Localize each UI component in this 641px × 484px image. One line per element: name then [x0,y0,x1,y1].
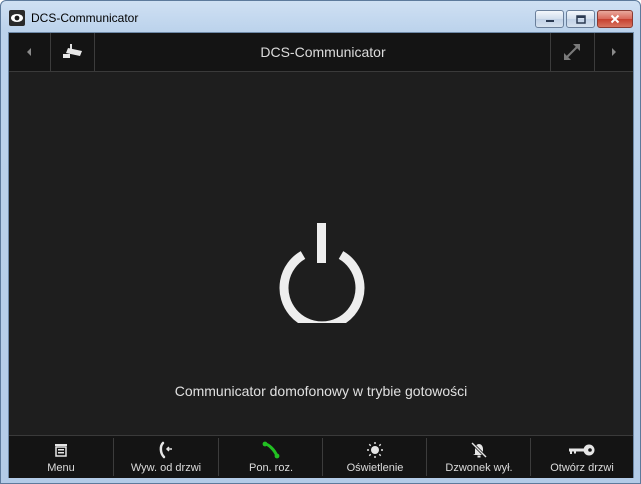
fullscreen-button[interactable] [551,33,593,71]
close-button[interactable] [597,10,633,28]
minimize-icon [545,20,554,22]
top-bar: DCS-Communicator [9,33,633,72]
expand-icon [564,44,580,60]
client-area: DCS-Communicator Communicator domofonowy… [8,32,634,478]
chevron-right-icon [612,48,616,56]
door-call-label: Wyw. od drzwi [130,462,202,474]
main-area: Communicator domofonowy w trybie gotowoś… [9,71,633,434]
camera-icon [62,44,82,58]
start-conversation-button[interactable]: Pon. roz. [219,436,323,478]
lighting-button[interactable]: Oświetlenie [323,436,427,478]
bell-off-icon [470,441,488,459]
close-icon [610,14,620,24]
status-message: Communicator domofonowy w trybie gotowoś… [174,383,468,399]
previous-button[interactable] [9,33,49,71]
window-title: DCS-Communicator [31,11,139,25]
bottom-bar: Menu Wyw. od drzwi Pon. roz. Oświetlenie… [9,435,633,478]
light-icon [367,442,383,458]
handset-call-icon [159,441,172,459]
bell-off-label: Dzwonek wył. [445,462,513,474]
door-call-button[interactable]: Wyw. od drzwi [114,436,218,478]
start-conversation-label: Pon. roz. [248,462,294,474]
menu-icon [55,444,67,457]
menu-button[interactable]: Menu [9,436,113,478]
next-button[interactable] [595,33,633,71]
open-door-button[interactable]: Otwórz drzwi [531,436,633,478]
title-bar[interactable]: DCS-Communicator [1,1,640,34]
maximize-icon [575,14,586,24]
open-door-label: Otwórz drzwi [550,462,614,474]
power-icon[interactable] [277,223,367,323]
minimize-button[interactable] [535,10,564,28]
page-title: DCS-Communicator [260,44,386,60]
app-window: DCS-Communicator DCS-Communicator Commun… [0,0,641,484]
key-icon [569,444,595,456]
handset-green-icon [262,441,280,459]
camera-button[interactable] [51,33,94,71]
bell-off-button[interactable]: Dzwonek wył. [427,436,531,478]
maximize-button[interactable] [566,10,595,28]
chevron-left-icon [27,48,31,56]
eye-icon [9,10,25,26]
lighting-label: Oświetlenie [346,462,404,474]
menu-label: Menu [47,462,75,474]
